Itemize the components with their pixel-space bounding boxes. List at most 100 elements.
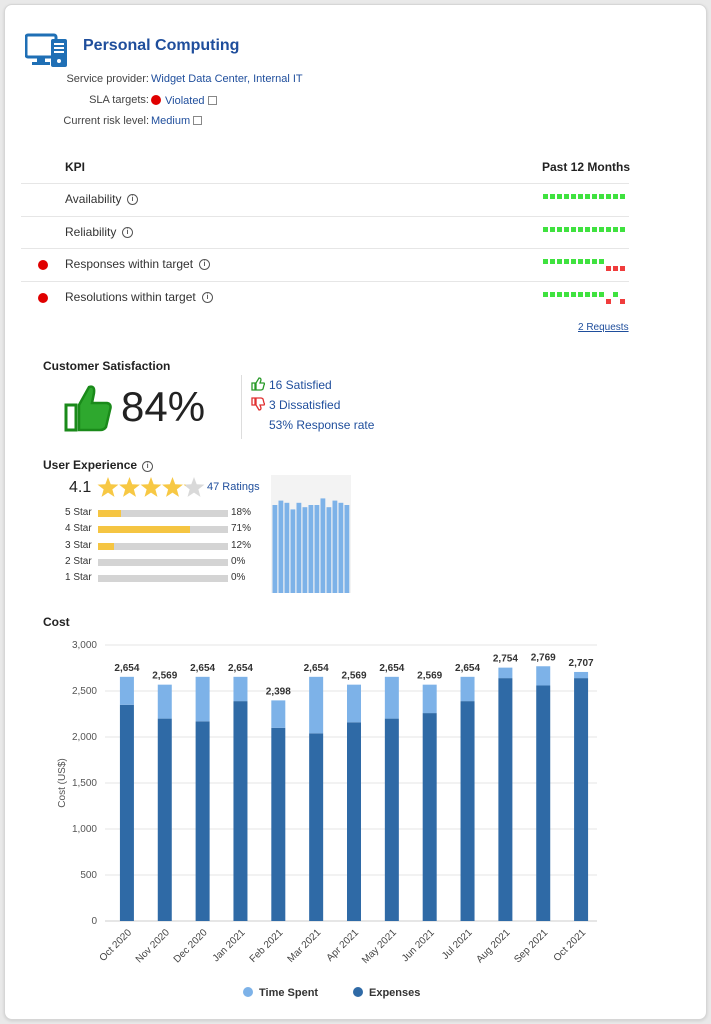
kpi-row[interactable]: Reliability i [21, 215, 629, 249]
info-icon[interactable]: i [122, 226, 133, 238]
trend-bar[interactable] [302, 507, 308, 593]
bar-expenses[interactable] [271, 727, 286, 921]
trend-bar[interactable] [332, 500, 338, 593]
month-ok-marker [606, 226, 611, 232]
bar-time-spent[interactable] [536, 666, 551, 686]
month-ok-marker [564, 291, 569, 297]
bar-time-spent[interactable] [119, 676, 134, 705]
month-ok-marker [599, 194, 604, 199]
legend-expenses[interactable]: Expenses [353, 983, 420, 1000]
info-icon[interactable]: i [199, 259, 210, 270]
month-ok-marker [620, 194, 625, 199]
bar-time-spent[interactable] [157, 684, 172, 719]
bar-expenses[interactable] [119, 704, 134, 921]
x-tick-label: Mar 2021 [286, 927, 324, 965]
kpi-row[interactable]: Resolutions within target i [21, 280, 629, 314]
x-tick-label: Aug 2021 [474, 927, 512, 965]
month-ok-marker [592, 291, 597, 297]
csat-divider [241, 375, 242, 439]
bar-expenses[interactable] [460, 701, 475, 921]
bar-expenses[interactable] [195, 721, 210, 921]
month-ok-marker [557, 259, 562, 264]
info-icon[interactable]: i [202, 291, 213, 303]
trend-bar[interactable] [290, 509, 296, 593]
bar-total-label: 2,398 [266, 686, 291, 697]
month-ok-marker [543, 226, 548, 232]
month-ok-marker [585, 194, 590, 199]
bar-time-spent[interactable] [384, 676, 399, 719]
month-ok-marker [557, 226, 562, 232]
trend-bar[interactable] [344, 505, 350, 593]
bar-expenses[interactable] [309, 733, 324, 921]
risk-label: Current risk level: [63, 115, 149, 127]
provider-value[interactable]: Widget Data Center, Internal IT [151, 73, 303, 85]
x-tick-label: Feb 2021 [248, 927, 286, 965]
x-tick-label: Nov 2020 [134, 927, 172, 965]
dissatisfied-count[interactable]: 3 Dissatisfied [269, 398, 340, 412]
bar-time-spent[interactable] [233, 676, 248, 702]
external-link-icon [207, 96, 217, 105]
bar-expenses[interactable] [157, 718, 172, 921]
y-axis-label: Cost (US$) [57, 758, 68, 807]
trend-bar[interactable] [296, 502, 302, 593]
y-tick-label: 2,500 [72, 686, 97, 697]
legend-time-spent[interactable]: Time Spent [243, 983, 318, 1000]
y-tick-label: 2,000 [72, 732, 97, 743]
month-ok-marker [592, 226, 597, 232]
sla-value-link[interactable]: Violated [151, 94, 217, 107]
bar-time-spent[interactable] [574, 671, 589, 679]
month-ok-marker [571, 291, 576, 297]
star-level-label: 4 Star [65, 523, 92, 535]
trend-bar[interactable] [284, 502, 290, 593]
kpi-row[interactable]: Responses within target i [21, 248, 629, 281]
bar-expenses[interactable] [574, 678, 589, 921]
star-icon [183, 477, 205, 497]
bar-time-spent[interactable] [309, 676, 324, 734]
trend-bar[interactable] [308, 505, 314, 593]
bar-total-label: 2,654 [379, 663, 404, 674]
bar-time-spent[interactable] [271, 700, 286, 728]
legend: Time Spent Expenses [243, 983, 420, 1001]
bar-time-spent[interactable] [422, 684, 437, 714]
month-ok-marker [550, 291, 555, 297]
trend-bar[interactable] [320, 498, 326, 593]
rating-bar-fill [98, 542, 114, 550]
trend-bar[interactable] [326, 507, 332, 593]
kpi-sparkline [543, 255, 629, 277]
rating-percent: 71% [231, 523, 252, 535]
bar-expenses[interactable] [498, 678, 513, 921]
trend-bar[interactable] [314, 505, 320, 593]
rating-percent: 0% [231, 555, 246, 567]
bar-expenses[interactable] [422, 713, 437, 921]
bar-expenses[interactable] [347, 722, 361, 921]
trend-bar[interactable] [338, 502, 344, 593]
kpi-sparkline [543, 190, 629, 212]
x-tick-label: May 2021 [360, 927, 399, 965]
x-tick-label: Jun 2021 [400, 927, 437, 964]
y-tick-label: 1,500 [72, 778, 97, 789]
trend-bar[interactable] [272, 505, 278, 593]
bar-time-spent[interactable] [195, 676, 210, 722]
bar-time-spent[interactable] [498, 667, 513, 679]
bar-time-spent[interactable] [460, 676, 475, 702]
star-icon [140, 477, 162, 497]
kpi-row[interactable]: Availability i [21, 183, 629, 216]
bar-time-spent[interactable] [347, 684, 361, 723]
month-missed-marker [606, 298, 611, 304]
trend-bar[interactable] [278, 500, 284, 593]
x-tick-label: Jan 2021 [211, 927, 248, 964]
info-icon[interactable]: i [142, 461, 154, 472]
csat-title: Customer Satisfaction [43, 359, 171, 373]
bar-total-label: 2,654 [304, 663, 329, 674]
info-icon[interactable]: i [127, 194, 138, 205]
requests-link[interactable]: 2 Requests [578, 322, 629, 333]
bar-expenses[interactable] [384, 718, 399, 921]
satisfied-count[interactable]: 16 Satisfied [269, 378, 332, 392]
bar-expenses[interactable] [536, 685, 551, 921]
x-tick-label: Oct 2021 [552, 927, 589, 964]
risk-value-link[interactable]: Medium [151, 115, 203, 127]
risk-value: Medium [151, 115, 191, 127]
rating-percent: 0% [231, 572, 246, 584]
bar-expenses[interactable] [233, 701, 248, 921]
ratings-link[interactable]: 47 Ratings [207, 481, 260, 493]
